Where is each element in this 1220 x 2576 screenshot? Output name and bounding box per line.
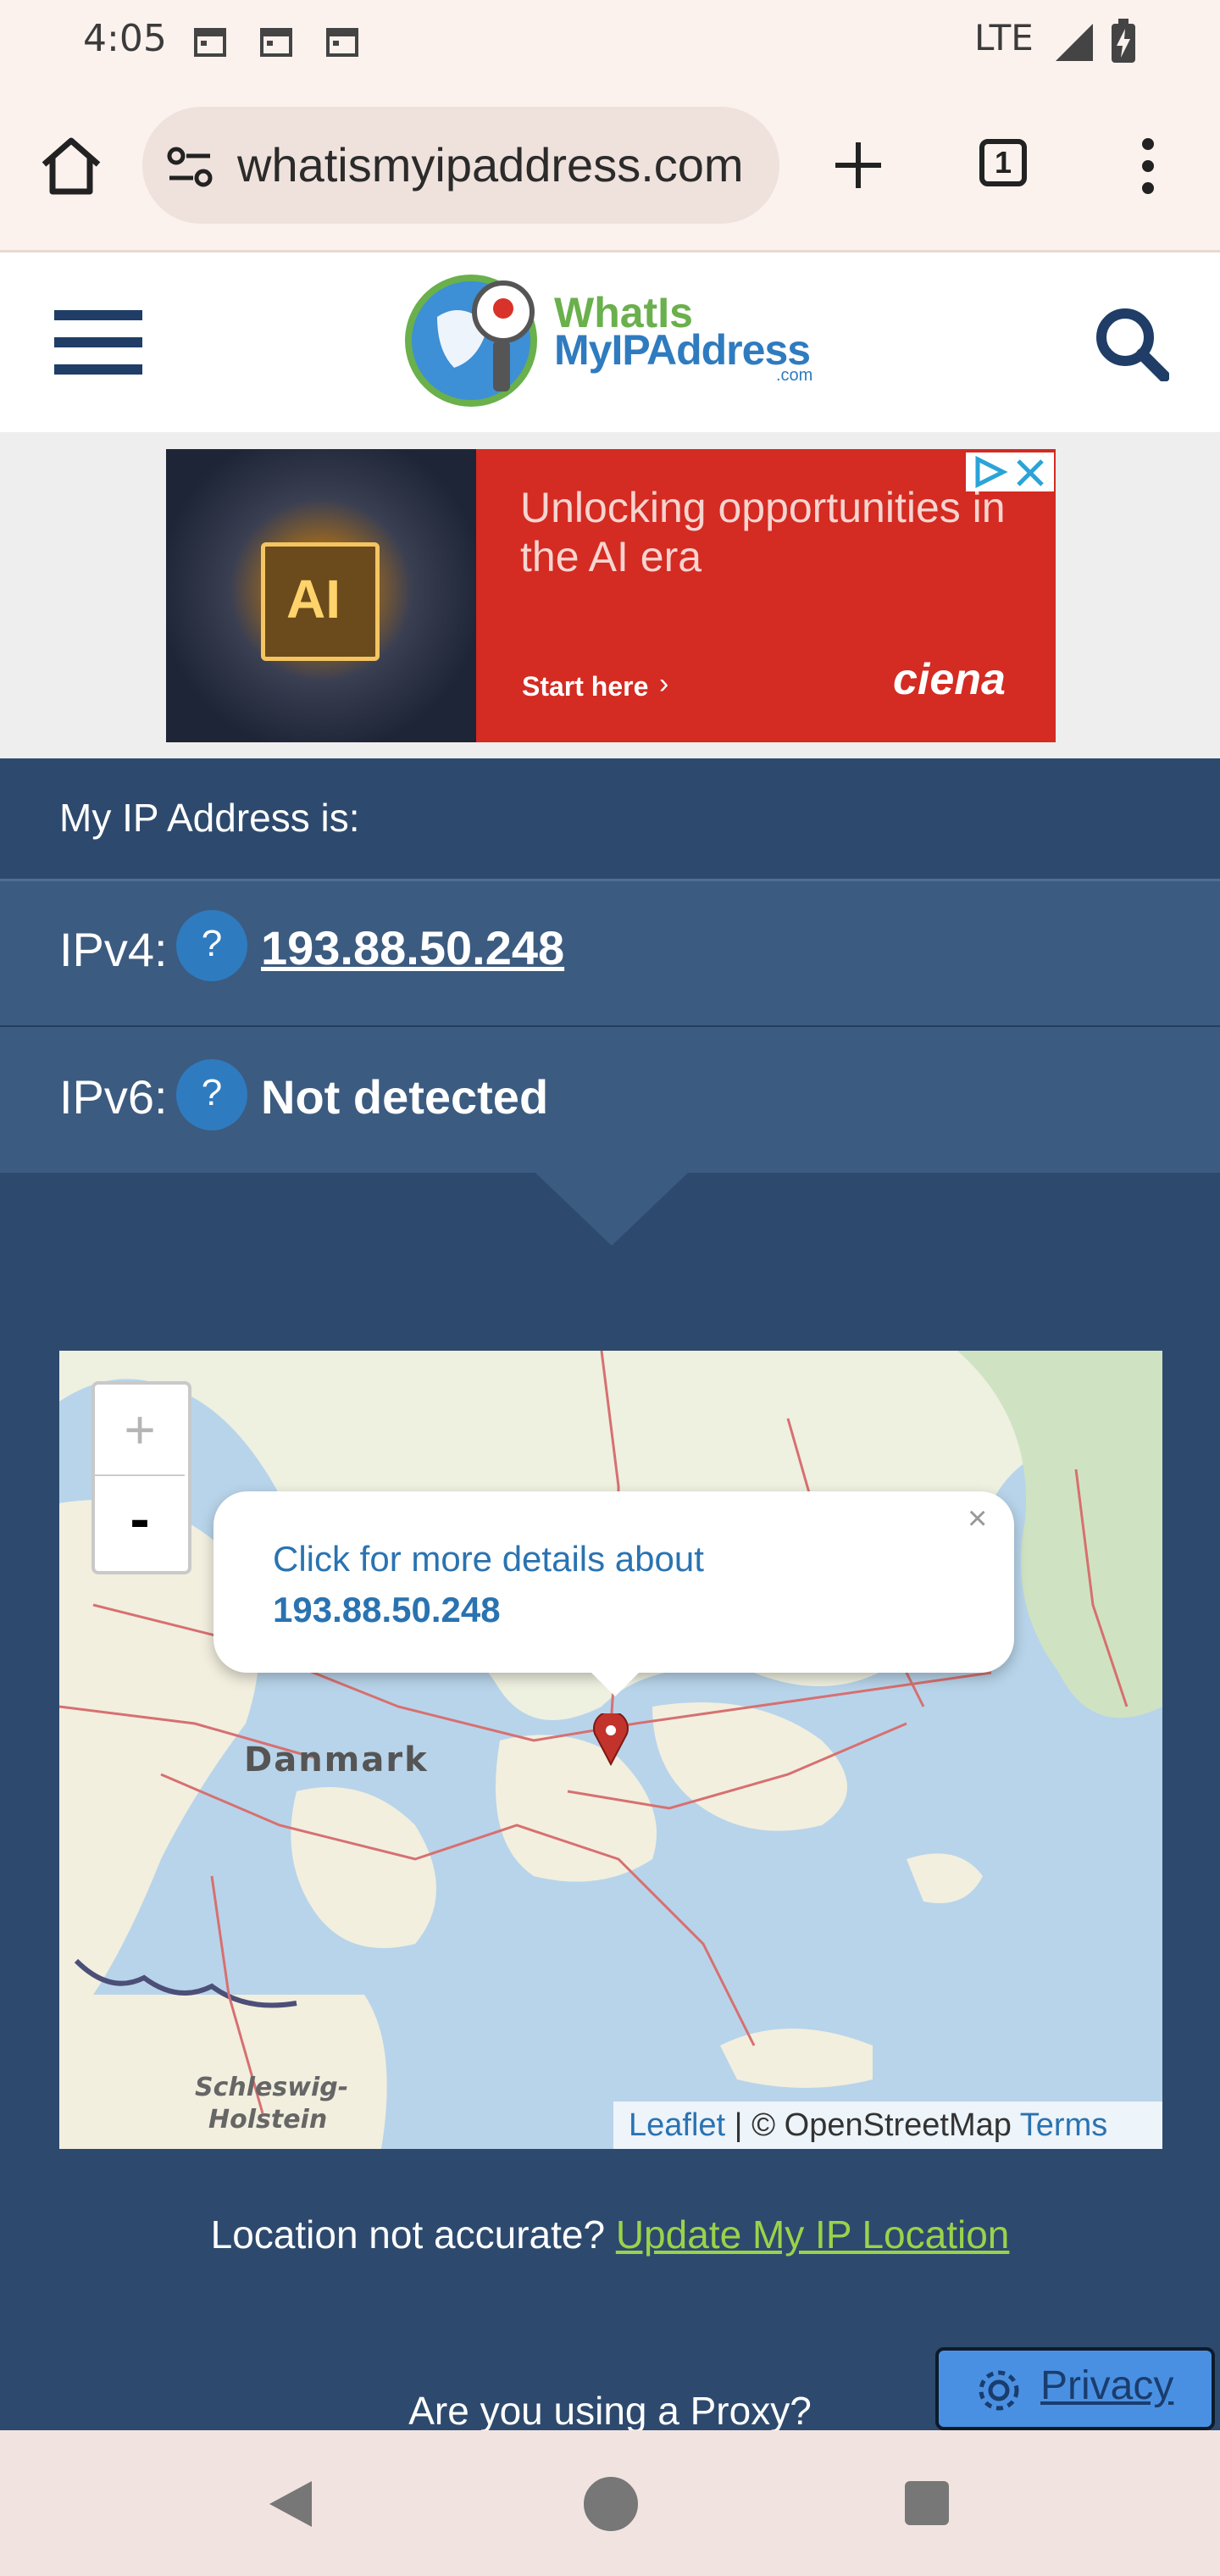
more-menu-icon[interactable] [1135, 136, 1161, 197]
hamburger-menu-icon[interactable] [54, 308, 142, 376]
logo-text-suffix: .com [776, 366, 813, 385]
search-icon[interactable] [1093, 305, 1169, 381]
tab-switcher-button[interactable]: 1 [979, 139, 1027, 186]
leaflet-link[interactable]: Leaflet [629, 2107, 725, 2143]
map-popup-tail [585, 1666, 646, 1696]
close-icon[interactable] [1015, 458, 1045, 488]
new-tab-icon[interactable] [832, 139, 884, 192]
advertisement-banner[interactable]: AI Unlocking opportunities in the AI era… [166, 449, 1056, 742]
zoom-in-button[interactable]: + [95, 1385, 185, 1476]
url-text[interactable]: whatismyipaddress.com [237, 137, 744, 192]
popup-line: Click for more details about [273, 1539, 704, 1579]
adchoices-icon[interactable] [973, 456, 1008, 488]
network-type: LTE [974, 17, 1034, 58]
zoom-out-button[interactable]: - [95, 1476, 185, 1566]
update-location-link[interactable]: Update My IP Location [616, 2212, 1010, 2257]
ipv4-address-link[interactable]: 193.88.50.248 [261, 920, 564, 975]
ipv6-value: Not detected [261, 1070, 549, 1124]
ipv4-label: IPv4: [59, 923, 168, 976]
ipv4-help-button[interactable]: ? [176, 910, 247, 981]
map-label-holstein: Holstein [208, 2105, 328, 2135]
attribution-text: | © OpenStreetMap [725, 2107, 1020, 2143]
ad-brand: ciena [893, 655, 1006, 704]
ad-cta-link[interactable]: Start here [522, 671, 648, 702]
privacy-label[interactable]: Privacy [1040, 2362, 1173, 2409]
ipv6-help-button[interactable]: ? [176, 1059, 247, 1130]
logo-text-line2: MyIPAddress [554, 326, 811, 374]
panel-pointer [535, 1173, 688, 1246]
calendar-icon [260, 28, 292, 57]
site-logo-globe[interactable] [403, 266, 547, 410]
terms-link[interactable]: Terms [1020, 2107, 1107, 2143]
ip-heading: My IP Address is: [59, 796, 360, 840]
ad-controls [966, 452, 1054, 491]
map-attribution: Leaflet | © OpenStreetMap Terms [613, 2101, 1162, 2149]
location-map[interactable]: Danmark Schleswig- Holstein [59, 1351, 1162, 2149]
chevron-right-icon: › [659, 668, 669, 700]
home-icon[interactable] [37, 134, 105, 197]
map-marker-icon[interactable] [591, 1713, 630, 1766]
location-line: Location not accurate? Update My IP Loca… [0, 2212, 1220, 2257]
status-bar [0, 0, 1220, 89]
map-label-schleswig: Schleswig- [195, 2073, 349, 2102]
ad-chip-text: AI [286, 569, 341, 630]
recents-icon[interactable] [903, 2479, 951, 2527]
back-icon[interactable] [264, 2478, 315, 2530]
calendar-icon [194, 28, 226, 57]
popup-close-button[interactable]: × [968, 1500, 987, 1538]
home-nav-icon[interactable] [583, 2476, 639, 2532]
site-settings-icon[interactable] [166, 146, 214, 188]
calendar-icon [326, 28, 358, 57]
signal-icon [1056, 24, 1093, 61]
location-question: Location not accurate? [210, 2212, 616, 2257]
ipv6-label: IPv6: [59, 1070, 168, 1124]
gear-icon [979, 2370, 1019, 2411]
status-time: 4:05 [83, 17, 167, 60]
ad-headline: Unlocking opportunities in the AI era [520, 484, 1006, 580]
battery-charging-icon [1112, 19, 1135, 63]
popup-ip[interactable]: 193.88.50.248 [273, 1585, 704, 1635]
map-label-danmark: Danmark [244, 1740, 429, 1779]
map-popup-text[interactable]: Click for more details about 193.88.50.2… [273, 1534, 704, 1635]
